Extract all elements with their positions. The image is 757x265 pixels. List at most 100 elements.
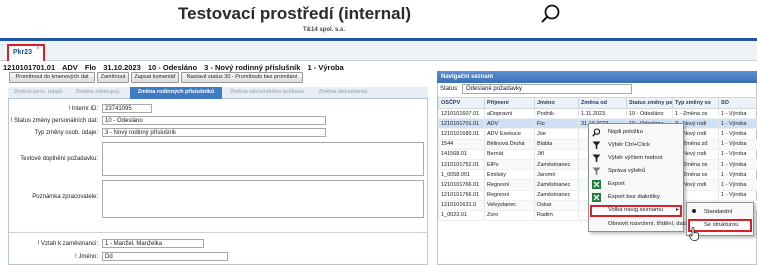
search-icon[interactable] [540,3,562,25]
status-label: ! Status změny personálních dat: [10,118,98,124]
record-name: Flo [84,63,97,72]
table-cell: aDopravní [484,108,535,120]
typ-zmeny-field[interactable]: 3 - Nový rodinný příslušník [102,128,326,137]
table-row[interactable]: 1210101607.01 aDopravní Podnik 1.11.2023 10 … [438,108,757,120]
tab-strip [0,41,757,61]
excel-icon [592,193,601,202]
table-cell: Emilsky [484,169,535,181]
table-cell: 1 - Změna os [672,108,719,120]
poznamka-field[interactable] [102,180,424,218]
table-cell: ADV Exekuce [484,128,535,140]
promitnout-button[interactable]: Promítnout do kmenových dat [9,72,95,83]
table-cell: ElPo [484,159,535,171]
record-header: 1210101701.01 ADV Flo 31.10.2023 10 - Od… [3,63,349,72]
table-cell: 1 - Výroba [718,139,757,150]
table-cell: 1.11.2023 [578,108,627,120]
col-so[interactable]: SO [718,97,757,109]
col-oscpv[interactable]: OSČPV [438,97,485,109]
radio-dot-icon [692,209,696,213]
table-cell: Zaměstnanec [534,159,579,171]
interni-id-label: ! Interní ID: [68,106,98,112]
vztah-field[interactable]: 1 - Manžel, Manželka [102,239,204,248]
record-so: 1 - Výroba [307,63,344,72]
record-oscpv: 1210101701.01 [3,63,56,72]
app-title: Testovací prostředí (internal) [178,4,412,23]
table-cell: Zoro [484,210,535,222]
col-prijmeni[interactable]: Příjmení [484,97,535,109]
nav-status-select[interactable]: Odeslané požadavky [462,84,632,94]
table-cell: 1 - Výroba [718,179,757,191]
table-cell: Flo [534,118,579,130]
table-cell: Zaměstnanec [534,190,579,201]
subtab-pers-udaje[interactable]: Změna pers. údajů [10,87,66,99]
poznamka-label: Poznámka zpracovatele: [32,194,98,200]
zamitnout-button[interactable]: Zamítnout [97,72,129,83]
menu-volba-navig-seznamu[interactable]: Volba navig.seznamu [588,205,684,217]
table-cell: 1_0058.001 [438,169,485,181]
table-cell: 10 - Odesláno [626,108,673,120]
table-cell: Jiří [534,149,579,160]
filter-icon [592,141,601,150]
col-jmeno[interactable]: Jméno [534,97,579,109]
typ-zmeny-label: Typ změny osob. údaje: [34,130,98,136]
interni-id-field[interactable]: 23741095 [102,104,152,113]
vztah-label: ! Vztah k zaměstnanci: [37,241,98,247]
table-cell: Bernát [484,149,535,160]
menu-vyber-ctrl-click[interactable]: Výběr Ctrl+Click [588,140,684,152]
record-date: 31.10.2023 [103,63,141,72]
table-cell: 1 - Výroba [718,190,757,201]
subtab-rodinni-prislusnici[interactable]: Změna rodinných příslušníků [130,87,222,99]
company-name: T&14 spol. s.s. [303,27,346,33]
table-cell: Podnik [534,108,579,120]
subtab-zdrav-poj[interactable]: Změna zdrav.poj. [70,87,126,99]
table-cell: 1210101680.01 [438,128,485,140]
jmeno-label: ! Jméno: [74,254,98,260]
subtab-dokumenty[interactable]: Změna dokumentů [312,87,374,99]
excel-icon [592,180,601,189]
tab-label: Pkr23 [13,49,33,56]
tab-close-icon[interactable]: × [36,46,40,52]
hand-cursor-icon [689,227,700,241]
table-cell: Velvyslanec [484,200,535,211]
table-cell: Regresní [484,190,535,201]
menu-vyber-vyctem[interactable]: Výběr výčtem hodnot [588,153,684,165]
filter-manage-icon [592,167,601,176]
submenu-arrow-icon: ▸ [676,207,680,213]
table-cell: 1210101752.01 [438,159,485,171]
subtab-obcansky-prukaz[interactable]: Změna občanského průkazu [226,87,308,99]
table-cell: 1 - Výroba [718,108,757,120]
table-cell: Regresní [484,179,535,191]
table-cell: 1544 [438,139,485,150]
col-zmena-od[interactable]: Změna od [578,97,627,109]
menu-najdi-polozku[interactable]: Najdi položku [588,127,684,139]
table-cell: ADV [484,118,535,130]
table-cell: 141568.01 [438,149,485,160]
table-cell: Jaromír [534,169,579,181]
form-divider [9,232,427,233]
menu-export[interactable]: Export [588,179,684,191]
submenu-standardni[interactable]: Standardní [686,207,754,219]
menu-export-bez-diakritiky[interactable]: Export bez diakritiky [588,192,684,204]
table-cell: Zaměstnanec [534,179,579,191]
table-cell: 1210101701.01 [438,118,485,130]
table-cell: 1 - Výroba [718,159,757,171]
zapsat-komentar-button[interactable]: Zapsat komentář [131,72,179,83]
menu-sprava-vyberu[interactable]: Správa výběrů [588,166,684,178]
jmeno-field[interactable]: Dd [102,252,228,261]
textove-doplneni-field[interactable] [102,142,424,176]
table-cell: 1 - Výroba [718,149,757,160]
search-icon [592,128,601,137]
table-cell: 1 - Výroba [718,169,757,181]
table-cell: Radim [534,210,579,222]
status-field[interactable]: 10 - Odesláno [102,116,326,125]
table-cell: 1_0023.01 [438,210,485,222]
menu-obnovit-rozvrzeni[interactable]: Obnovit rozvržení, třídění, data [588,219,688,231]
table-cell: 1210101631.0 [438,200,485,211]
table-cell: 1 - Výroba [718,128,757,140]
table-cell: Joe [534,128,579,140]
table-cell: Bělinová Druhá [484,139,535,150]
col-status[interactable]: Status změny per [626,97,673,109]
nastavit-status-button[interactable]: Nastavit status 30 - Promítnuto bez prom… [181,72,303,83]
table-cell: 1210101766.01 [438,190,485,201]
col-typ[interactable]: Typ změny os [672,97,719,109]
